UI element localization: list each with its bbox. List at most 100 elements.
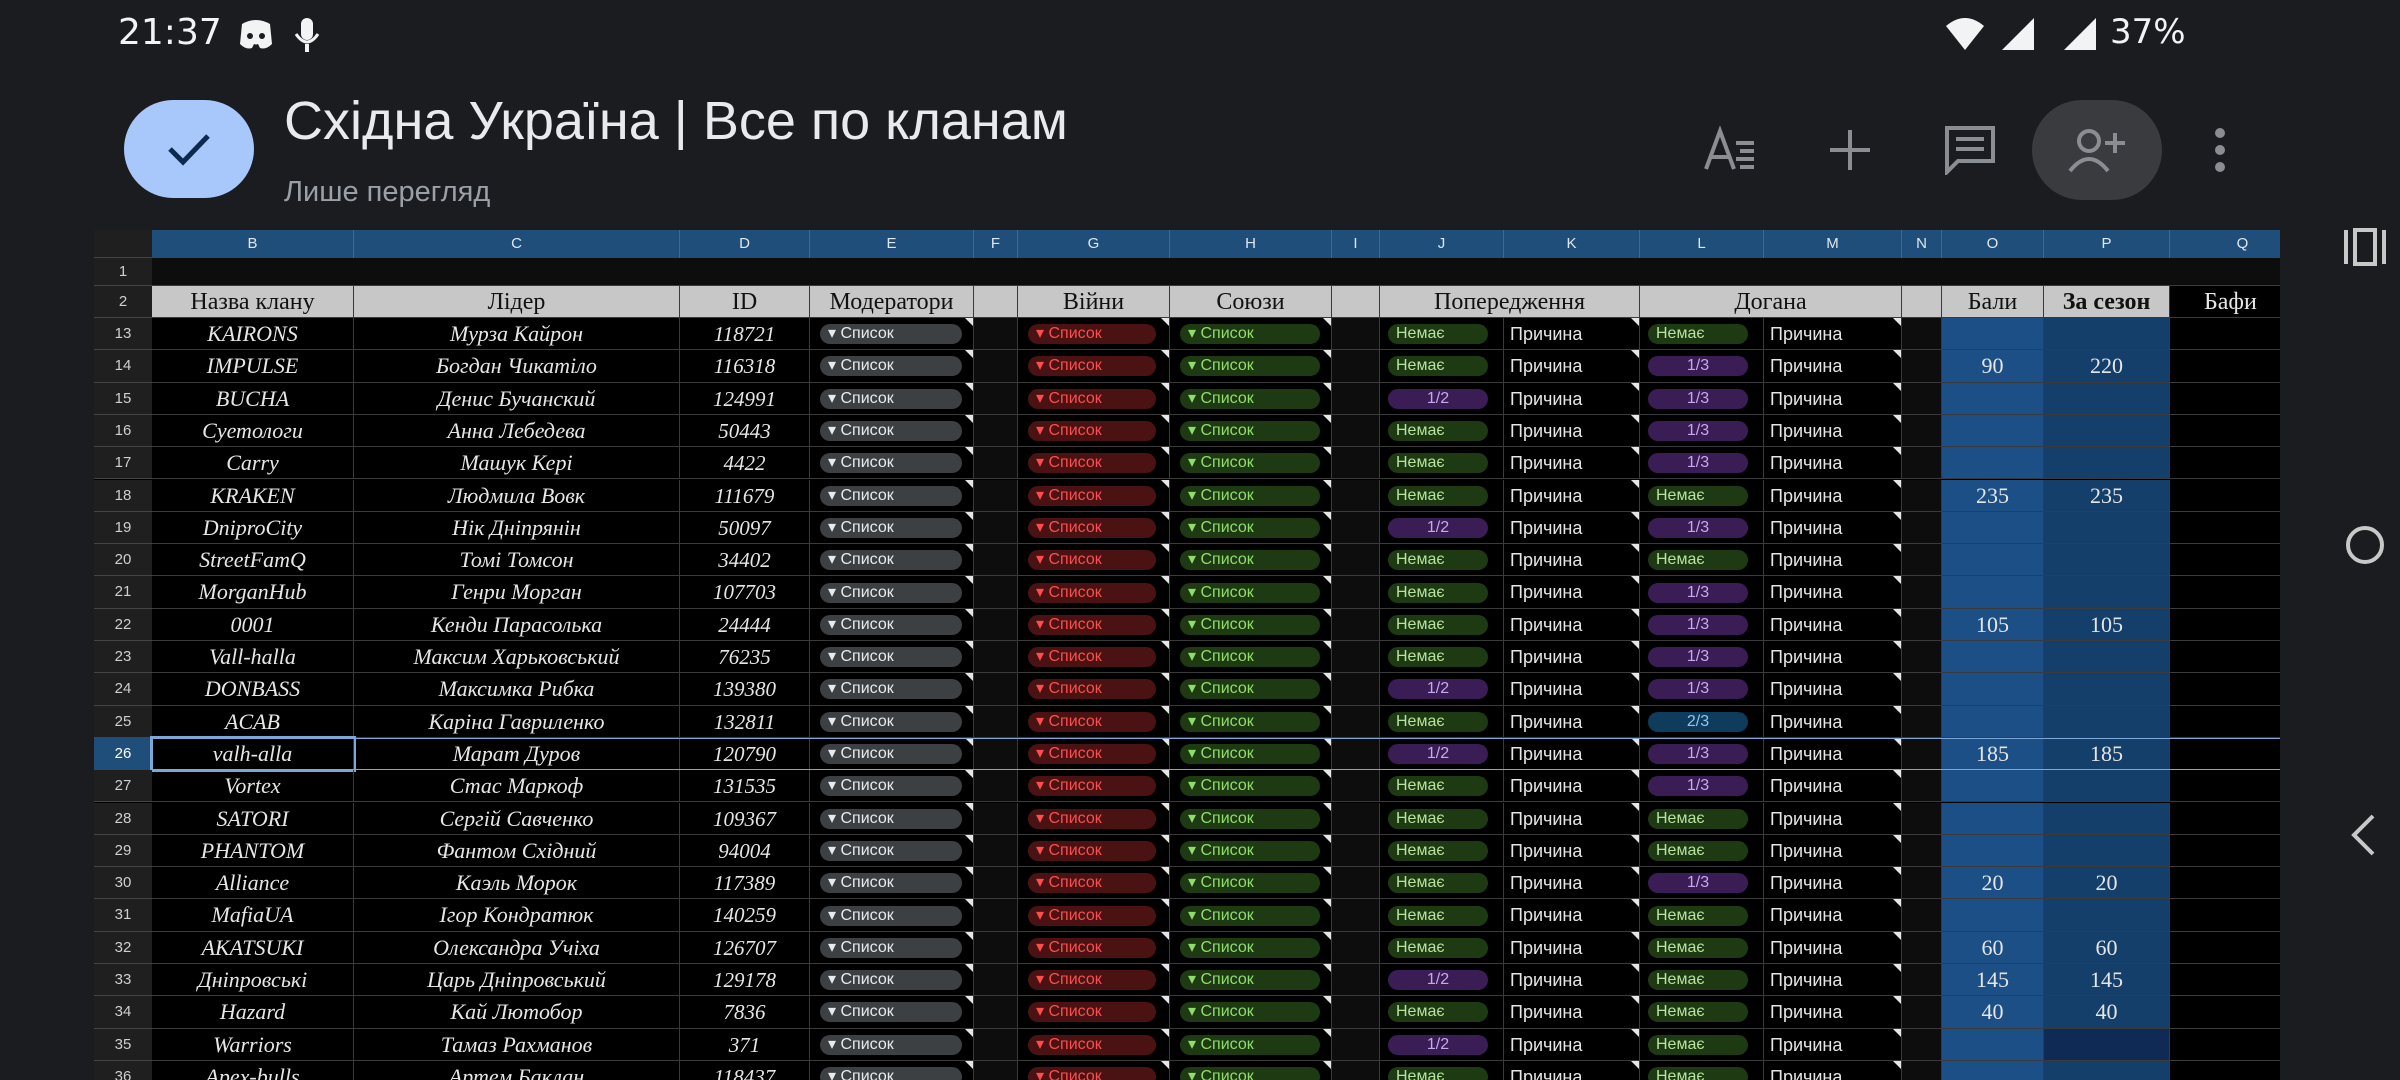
id-cell[interactable]: 50097 bbox=[680, 511, 810, 545]
moderators-chip[interactable]: ▾ Список bbox=[820, 776, 962, 797]
allies-chip[interactable]: ▾ Список bbox=[1180, 776, 1320, 797]
reprimand-chip[interactable]: 1/3 bbox=[1648, 744, 1748, 765]
reprimand-cell[interactable]: 1/3 bbox=[1640, 641, 1764, 674]
warning-reason-cell[interactable]: Причина bbox=[1504, 737, 1640, 771]
warning-cell[interactable]: 1/2 bbox=[1380, 964, 1504, 997]
warning-cell[interactable]: Немає bbox=[1380, 641, 1504, 674]
row-header[interactable]: 31 bbox=[94, 899, 152, 932]
empty-cell[interactable] bbox=[1332, 511, 1380, 545]
reprimand-cell[interactable]: Немає bbox=[1640, 1060, 1764, 1080]
moderators-cell[interactable]: ▾ Список bbox=[810, 867, 974, 900]
empty-cell[interactable] bbox=[974, 834, 1018, 868]
reprimand-chip[interactable]: 1/3 bbox=[1648, 582, 1748, 603]
row-header[interactable]: 19 bbox=[94, 511, 152, 545]
moderators-chip[interactable]: ▾ Список bbox=[820, 1002, 962, 1023]
wars-cell[interactable]: ▾ Список bbox=[1018, 382, 1170, 415]
warning-cell[interactable]: Немає bbox=[1380, 479, 1504, 512]
allies-cell[interactable]: ▾ Список bbox=[1170, 576, 1332, 609]
empty-cell[interactable] bbox=[1332, 737, 1380, 771]
season-points-cell[interactable] bbox=[2044, 544, 2170, 577]
row-header[interactable]: 23 bbox=[94, 641, 152, 674]
moderators-chip[interactable]: ▾ Список bbox=[820, 485, 962, 506]
buffs-cell[interactable] bbox=[2170, 479, 2280, 512]
warning-reason-cell[interactable]: Причина bbox=[1504, 770, 1640, 803]
moderators-cell[interactable]: ▾ Список bbox=[810, 511, 974, 545]
row-header[interactable]: 2 bbox=[94, 286, 152, 318]
empty-cell[interactable] bbox=[1332, 1060, 1380, 1080]
reprimand-chip[interactable]: 1/3 bbox=[1648, 873, 1748, 894]
row-header[interactable]: 33 bbox=[94, 964, 152, 997]
empty-cell[interactable] bbox=[974, 867, 1018, 900]
empty-cell[interactable] bbox=[974, 964, 1018, 997]
warning-reason-cell[interactable]: Причина bbox=[1504, 350, 1640, 383]
wars-chip[interactable]: ▾ Список bbox=[1028, 614, 1156, 635]
reprimand-cell[interactable]: Немає bbox=[1640, 544, 1764, 577]
wars-chip[interactable]: ▾ Список bbox=[1028, 517, 1156, 538]
empty-cell[interactable] bbox=[974, 931, 1018, 964]
allies-cell[interactable]: ▾ Список bbox=[1170, 964, 1332, 997]
share-button[interactable] bbox=[2032, 100, 2162, 200]
warning-cell[interactable]: Немає bbox=[1380, 414, 1504, 448]
id-cell[interactable]: 76235 bbox=[680, 641, 810, 674]
moderators-chip[interactable]: ▾ Список bbox=[820, 1067, 962, 1080]
reprimand-cell[interactable]: Немає bbox=[1640, 318, 1764, 351]
buffs-cell[interactable] bbox=[2170, 802, 2280, 835]
reprimand-cell[interactable]: Немає bbox=[1640, 899, 1764, 932]
warning-reason-cell[interactable]: Причина bbox=[1504, 899, 1640, 932]
wars-chip[interactable]: ▾ Список bbox=[1028, 356, 1156, 377]
empty-cell[interactable] bbox=[1902, 641, 1942, 674]
warning-reason-cell[interactable]: Причина bbox=[1504, 382, 1640, 415]
allies-cell[interactable]: ▾ Список bbox=[1170, 867, 1332, 900]
column-header[interactable]: B bbox=[152, 230, 354, 258]
warning-cell[interactable]: Немає bbox=[1380, 608, 1504, 641]
empty-cell[interactable] bbox=[1902, 318, 1942, 351]
text-format-button[interactable] bbox=[1680, 100, 1780, 200]
empty-cell[interactable] bbox=[1332, 899, 1380, 932]
column-header[interactable]: M bbox=[1764, 230, 1902, 258]
reprimand-cell[interactable]: Немає bbox=[1640, 479, 1764, 512]
allies-chip[interactable]: ▾ Список bbox=[1180, 517, 1320, 538]
reprimand-reason-cell[interactable]: Причина bbox=[1764, 867, 1902, 900]
wars-cell[interactable]: ▾ Список bbox=[1018, 964, 1170, 997]
buffs-cell[interactable] bbox=[2170, 705, 2280, 738]
moderators-chip[interactable]: ▾ Список bbox=[820, 808, 962, 829]
more-options-button[interactable] bbox=[2170, 100, 2270, 200]
add-button[interactable] bbox=[1800, 100, 1900, 200]
moderators-cell[interactable]: ▾ Список bbox=[810, 964, 974, 997]
warning-chip[interactable]: Немає bbox=[1388, 808, 1488, 829]
empty-cell[interactable] bbox=[1902, 964, 1942, 997]
empty-cell[interactable] bbox=[1902, 447, 1942, 480]
wars-cell[interactable]: ▾ Список bbox=[1018, 641, 1170, 674]
clan-name-cell[interactable]: SATORI bbox=[152, 802, 354, 835]
reprimand-reason-cell[interactable]: Причина bbox=[1764, 1028, 1902, 1061]
season-points-cell[interactable] bbox=[2044, 641, 2170, 674]
allies-chip[interactable]: ▾ Список bbox=[1180, 1002, 1320, 1023]
allies-cell[interactable]: ▾ Список bbox=[1170, 770, 1332, 803]
warning-reason-cell[interactable]: Причина bbox=[1504, 414, 1640, 448]
season-points-cell[interactable] bbox=[2044, 802, 2170, 835]
column-header[interactable]: E bbox=[810, 230, 974, 258]
reprimand-cell[interactable]: Немає bbox=[1640, 931, 1764, 964]
empty-cell[interactable] bbox=[1332, 867, 1380, 900]
warning-chip[interactable]: Немає bbox=[1388, 421, 1488, 442]
empty-cell[interactable] bbox=[1902, 867, 1942, 900]
column-header[interactable]: H bbox=[1170, 230, 1332, 258]
row-header[interactable]: 29 bbox=[94, 834, 152, 868]
allies-chip[interactable]: ▾ Список bbox=[1180, 421, 1320, 442]
leader-cell[interactable]: Кай Лютобор bbox=[354, 996, 680, 1029]
row-header[interactable]: 20 bbox=[94, 544, 152, 577]
moderators-chip[interactable]: ▾ Список bbox=[820, 388, 962, 409]
allies-cell[interactable]: ▾ Список bbox=[1170, 931, 1332, 964]
wars-chip[interactable]: ▾ Список bbox=[1028, 388, 1156, 409]
column-header[interactable]: C bbox=[354, 230, 680, 258]
moderators-cell[interactable]: ▾ Список bbox=[810, 899, 974, 932]
column-header[interactable]: D bbox=[680, 230, 810, 258]
warning-cell[interactable]: 1/2 bbox=[1380, 1028, 1504, 1061]
warning-reason-cell[interactable]: Причина bbox=[1504, 996, 1640, 1029]
warning-chip[interactable]: Немає bbox=[1388, 356, 1488, 377]
empty-cell[interactable] bbox=[1902, 544, 1942, 577]
clan-name-cell[interactable]: Дніпровські bbox=[152, 964, 354, 997]
wars-chip[interactable]: ▾ Список bbox=[1028, 1002, 1156, 1023]
empty-cell[interactable] bbox=[1902, 511, 1942, 545]
row-header[interactable]: 28 bbox=[94, 802, 152, 835]
